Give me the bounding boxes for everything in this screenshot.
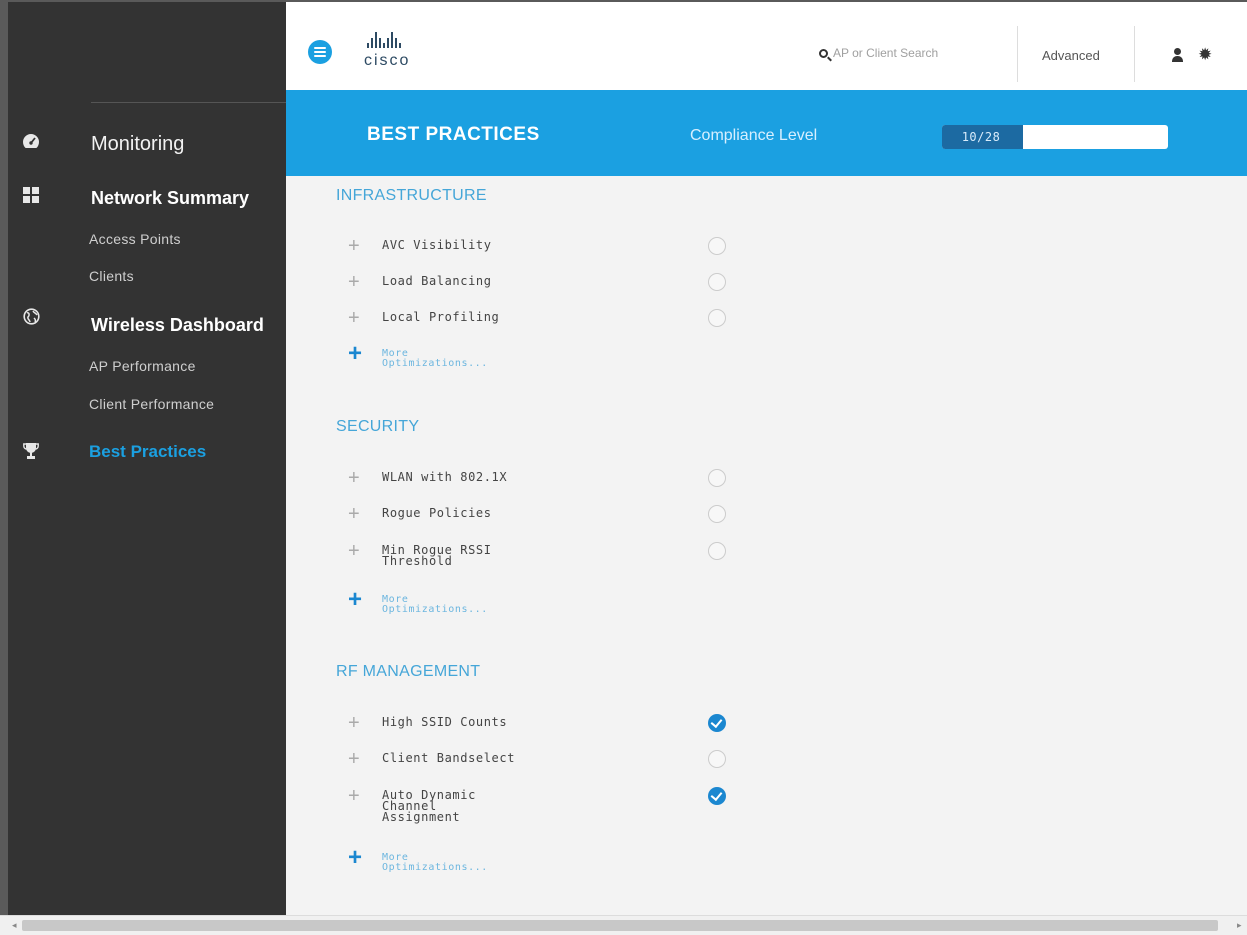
- gear-icon[interactable]: ✹: [1198, 46, 1212, 63]
- item-label: Auto Dynamic Channel Assignment: [382, 788, 476, 824]
- item-status-circle[interactable]: [708, 542, 726, 560]
- sidebar-item-access-points[interactable]: Access Points: [89, 231, 181, 247]
- sidebar-item-wireless-dashboard[interactable]: Wireless Dashboard: [91, 315, 264, 336]
- best-practices-banner: BEST PRACTICES Compliance Level 10/28: [286, 90, 1247, 176]
- trophy-icon: [22, 442, 40, 460]
- item-status-circle[interactable]: [708, 273, 726, 291]
- hamburger-menu-button[interactable]: [308, 40, 332, 64]
- expand-plus-icon[interactable]: +: [348, 468, 360, 488]
- cisco-logo-text: cisco: [364, 52, 411, 69]
- sidebar: Monitoring Network Summary Access Points…: [8, 2, 286, 915]
- scrollbar-thumb[interactable]: [22, 920, 1218, 931]
- add-plus-icon: +: [348, 844, 363, 871]
- sidebar-item-clients[interactable]: Clients: [89, 268, 134, 284]
- sidebar-divider: [91, 102, 286, 103]
- globe-icon: [22, 308, 40, 326]
- item-status-circle[interactable]: [708, 750, 726, 768]
- section-title-infrastructure: INFRASTRUCTURE: [336, 187, 487, 204]
- item-label: High SSID Counts: [382, 715, 508, 729]
- compliance-label: Compliance Level: [690, 127, 818, 144]
- expand-plus-icon[interactable]: +: [348, 541, 360, 561]
- compliance-meter-text: 10/28: [961, 130, 1001, 144]
- horizontal-scrollbar[interactable]: ◂ ▸: [0, 915, 1247, 935]
- expand-plus-icon[interactable]: +: [348, 272, 360, 292]
- sidebar-item-ap-performance[interactable]: AP Performance: [89, 358, 196, 374]
- sidebar-item-network-summary[interactable]: Network Summary: [91, 188, 249, 209]
- expand-plus-icon[interactable]: +: [348, 236, 360, 256]
- more-optimizations-label: More Optimizations...: [382, 348, 488, 369]
- dashboard-gauge-icon: [22, 133, 40, 151]
- user-icon[interactable]: [1171, 48, 1185, 62]
- add-plus-icon: +: [348, 586, 363, 613]
- search-field[interactable]: AP or Client Search: [819, 46, 938, 60]
- item-label: AVC Visibility: [382, 238, 492, 252]
- item-label: Load Balancing: [382, 274, 492, 288]
- top-header: cisco AP or Client Search Advanced ✹: [286, 2, 1247, 90]
- page-title: BEST PRACTICES: [367, 124, 540, 145]
- item-label: Client Bandselect: [382, 751, 516, 765]
- item-status-circle[interactable]: [708, 309, 726, 327]
- item-label: Rogue Policies: [382, 506, 492, 520]
- more-optimizations-label: More Optimizations...: [382, 594, 488, 615]
- header-separator: [1017, 26, 1018, 82]
- expand-plus-icon[interactable]: +: [348, 786, 360, 806]
- item-status-circle[interactable]: [708, 469, 726, 487]
- expand-plus-icon[interactable]: +: [348, 504, 360, 524]
- scroll-right-arrow-icon[interactable]: ▸: [1237, 920, 1242, 931]
- compliance-meter: 10/28: [942, 125, 1168, 149]
- expand-plus-icon[interactable]: +: [348, 713, 360, 733]
- add-plus-icon: +: [348, 340, 363, 367]
- more-optimizations-label: More Optimizations...: [382, 852, 488, 873]
- item-status-circle[interactable]: [708, 237, 726, 255]
- sidebar-item-monitoring[interactable]: Monitoring: [91, 133, 184, 156]
- expand-plus-icon[interactable]: +: [348, 749, 360, 769]
- section-title-rf-management: RF MANAGEMENT: [336, 663, 481, 680]
- item-label: WLAN with 802.1X: [382, 470, 508, 484]
- item-status-circle[interactable]: [708, 505, 726, 523]
- item-status-check[interactable]: [708, 787, 726, 805]
- sidebar-item-best-practices[interactable]: Best Practices: [89, 442, 206, 462]
- item-label: Min Rogue RSSI Threshold: [382, 543, 492, 568]
- item-label: Local Profiling: [382, 310, 500, 324]
- header-separator: [1134, 26, 1135, 82]
- item-status-check[interactable]: [708, 714, 726, 732]
- cisco-bridge-icon: [367, 30, 444, 48]
- sidebar-item-client-performance[interactable]: Client Performance: [89, 396, 214, 412]
- scroll-left-arrow-icon[interactable]: ◂: [12, 920, 17, 931]
- search-placeholder: AP or Client Search: [833, 46, 939, 60]
- grid-icon: [22, 187, 40, 205]
- cisco-logo: cisco: [364, 30, 444, 74]
- expand-plus-icon[interactable]: +: [348, 308, 360, 328]
- search-icon: [819, 48, 828, 58]
- section-title-security: SECURITY: [336, 418, 420, 435]
- best-practices-content: INFRASTRUCTURE + AVC Visibility + Load B…: [286, 176, 1247, 915]
- advanced-button[interactable]: Advanced: [1042, 48, 1100, 63]
